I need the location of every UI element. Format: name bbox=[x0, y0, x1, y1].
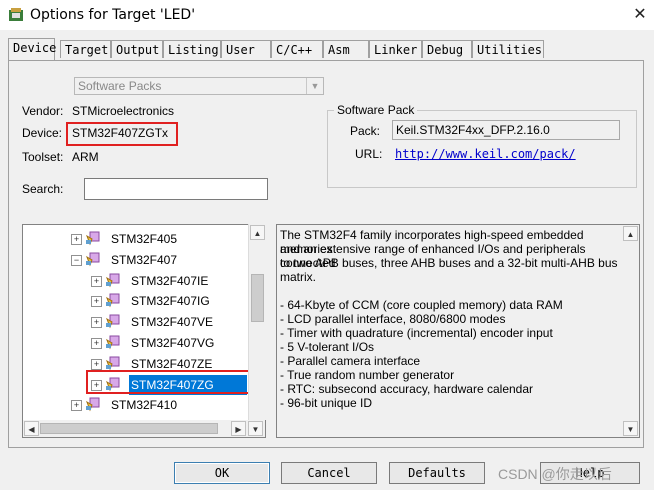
description-line: matrix. bbox=[280, 270, 316, 284]
tab-asm[interactable]: Asm bbox=[323, 40, 369, 58]
dialog-client: Device Target Output Listing User C/C++ … bbox=[0, 30, 654, 490]
tree-item-label: STM32F407VG bbox=[131, 336, 215, 350]
tree-vertical-scrollbar[interactable]: ▲ bbox=[248, 224, 266, 420]
url-label: URL: bbox=[355, 147, 383, 161]
tab-linker[interactable]: Linker bbox=[369, 40, 422, 58]
description-line: - 5 V-tolerant I/Os bbox=[280, 340, 375, 354]
description-line: - 96-bit unique ID bbox=[280, 396, 373, 410]
ok-button[interactable]: OK bbox=[174, 462, 270, 484]
cancel-button[interactable]: Cancel bbox=[281, 462, 377, 484]
expand-icon[interactable]: + bbox=[91, 296, 102, 308]
expand-icon[interactable]: + bbox=[71, 234, 82, 245]
scroll-down-icon[interactable]: ▼ bbox=[248, 421, 263, 436]
search-label: Search: bbox=[22, 182, 64, 196]
scroll-up-icon[interactable]: ▲ bbox=[250, 225, 265, 240]
desc-scroll-down-icon[interactable]: ▼ bbox=[623, 421, 638, 436]
search-input[interactable] bbox=[84, 178, 268, 200]
device-description: The STM32F4 family incorporates high-spe… bbox=[276, 224, 640, 438]
expand-icon[interactable]: + bbox=[91, 275, 102, 287]
chip-icon bbox=[106, 273, 120, 287]
tab-target[interactable]: Target bbox=[60, 40, 111, 58]
toolset-value: ARM bbox=[72, 150, 99, 164]
tab-device[interactable]: Device bbox=[8, 38, 56, 60]
collapse-icon[interactable]: − bbox=[71, 254, 82, 266]
chip-icon bbox=[106, 335, 120, 350]
vertical-scroll-thumb[interactable] bbox=[251, 274, 264, 322]
device-source-select[interactable]: Software Packs ▼ bbox=[74, 77, 324, 95]
expand-icon[interactable]: + bbox=[91, 317, 102, 329]
description-line: - 64-Kbyte of CCM (core coupled memory) … bbox=[280, 298, 563, 312]
scroll-left-icon[interactable]: ◀ bbox=[24, 421, 39, 436]
expand-icon[interactable]: + bbox=[71, 400, 82, 412]
tree-item-label: STM32F407IG bbox=[131, 294, 210, 309]
device-label: Device: bbox=[22, 126, 63, 140]
selected-device-highlight-box bbox=[86, 370, 256, 394]
tree-item-label: STM32F407VE bbox=[131, 315, 214, 330]
description-line: to two APB buses, three AHB buses and a … bbox=[280, 256, 618, 270]
close-icon[interactable]: ✕ bbox=[626, 3, 654, 27]
expand-icon[interactable]: + bbox=[91, 338, 102, 349]
chip-icon bbox=[86, 231, 100, 246]
tree-item[interactable]: − STM32F407 bbox=[23, 250, 249, 270]
watermark: CSDN @你走以后 bbox=[498, 466, 612, 482]
chip-icon bbox=[86, 252, 100, 267]
tree-item[interactable]: + STM32F407VE bbox=[23, 312, 249, 332]
horizontal-scroll-thumb[interactable] bbox=[40, 423, 218, 434]
toolset-label: Toolset: bbox=[22, 150, 64, 164]
chip-icon bbox=[106, 314, 120, 329]
defaults-button[interactable]: Defaults bbox=[389, 462, 485, 484]
tab-c-cpp[interactable]: C/C++ bbox=[271, 40, 323, 58]
pack-label: Pack: bbox=[350, 124, 381, 138]
tab-utilities[interactable]: Utilities bbox=[472, 40, 544, 58]
keil-app-icon bbox=[9, 8, 23, 21]
chip-icon bbox=[86, 397, 100, 412]
tree-item[interactable]: + STM32F405 bbox=[23, 229, 249, 249]
description-line: - Timer with quadrature (incremental) en… bbox=[280, 326, 553, 340]
device-tree[interactable]: + STM32F405 − STM32F407 + STM32F407IE + STM32F4… bbox=[22, 224, 266, 438]
tree-item[interactable]: + STM32F407VG bbox=[23, 333, 249, 353]
chip-icon bbox=[106, 293, 120, 308]
description-line: - Parallel camera interface bbox=[280, 354, 421, 368]
description-line: - LCD parallel interface, 8080/6800 mode… bbox=[280, 312, 506, 326]
title-bar: Options for Target 'LED' ✕ bbox=[0, 0, 654, 30]
tree-item-label: STM32F410 bbox=[111, 398, 178, 413]
tree-item[interactable]: + STM32F407IE bbox=[23, 271, 249, 291]
vendor-value: STMicroelectronics bbox=[72, 104, 175, 118]
description-line: - True random number generator bbox=[280, 368, 455, 382]
tree-item[interactable]: + STM32F407IG bbox=[23, 291, 249, 311]
pack-url-link[interactable]: http://www.keil.com/pack/ bbox=[395, 147, 576, 161]
chevron-down-icon[interactable]: ▼ bbox=[306, 78, 323, 94]
chip-icon bbox=[106, 356, 120, 371]
expand-icon[interactable]: + bbox=[91, 358, 102, 370]
tree-item[interactable]: + STM32F410 bbox=[23, 395, 249, 415]
window-title: Options for Target 'LED' bbox=[30, 7, 196, 23]
tree-horizontal-scrollbar[interactable]: ◀ ▶ ▼ bbox=[23, 420, 265, 437]
device-highlight-box bbox=[66, 122, 178, 146]
scroll-right-icon[interactable]: ▶ bbox=[231, 421, 246, 436]
pack-field: Keil.STM32F4xx_DFP.2.16.0 bbox=[392, 120, 620, 140]
tab-output[interactable]: Output bbox=[111, 40, 163, 58]
software-pack-title: Software Pack bbox=[334, 103, 418, 117]
tab-user[interactable]: User bbox=[221, 40, 271, 58]
device-source-value: Software Packs bbox=[78, 79, 162, 93]
desc-scroll-up-icon[interactable]: ▲ bbox=[623, 226, 638, 241]
tab-listing[interactable]: Listing bbox=[163, 40, 221, 58]
tab-debug[interactable]: Debug bbox=[422, 40, 472, 58]
tree-item-label: STM32F407IE bbox=[131, 273, 209, 288]
description-line: - RTC: subsecond accuracy, hardware cale… bbox=[280, 382, 534, 396]
vendor-label: Vendor: bbox=[22, 104, 64, 118]
tree-item-label: STM32F407 bbox=[111, 252, 178, 267]
tree-item-label: STM32F405 bbox=[111, 232, 178, 246]
options-dialog: Options for Target 'LED' ✕ Device Target… bbox=[0, 0, 654, 490]
